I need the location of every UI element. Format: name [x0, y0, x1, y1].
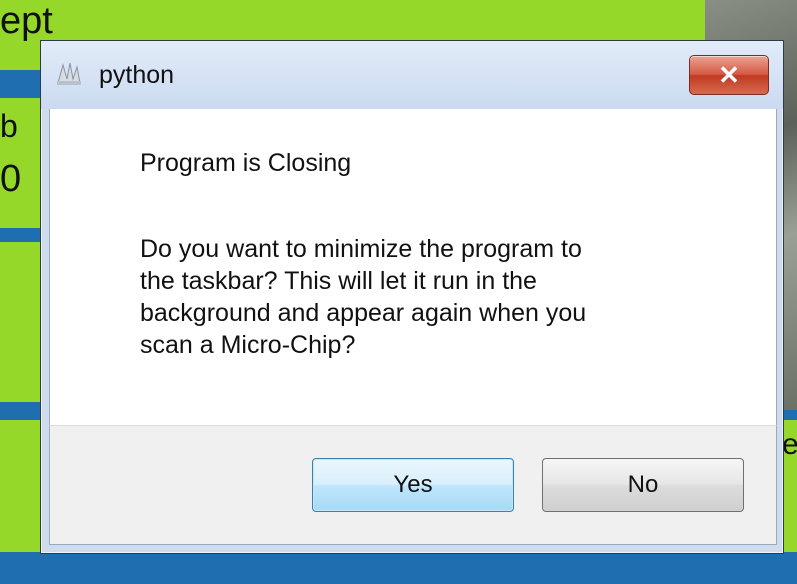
- bg-partial-text: ept: [0, 0, 53, 42]
- dialog-footer: Yes No: [49, 425, 777, 545]
- dialog-title: python: [99, 61, 175, 89]
- dialog-content: Program is Closing Do you want to minimi…: [49, 109, 777, 425]
- dialog-titlebar[interactable]: python ✕: [41, 41, 783, 109]
- message-dialog: python ✕ Program is Closing Do you want …: [40, 40, 784, 554]
- yes-button[interactable]: Yes: [312, 458, 514, 512]
- message-title: Program is Closing: [140, 149, 352, 177]
- bg-partial-text: 0: [0, 158, 22, 200]
- close-icon: ✕: [718, 59, 740, 90]
- no-button[interactable]: No: [542, 458, 744, 512]
- close-button[interactable]: ✕: [689, 55, 769, 95]
- message-body: Do you want to minimize the program to t…: [140, 235, 587, 359]
- python-app-icon: [55, 59, 83, 87]
- bg-partial-text: e: [782, 428, 797, 461]
- bg-partial-text: b: [0, 108, 18, 144]
